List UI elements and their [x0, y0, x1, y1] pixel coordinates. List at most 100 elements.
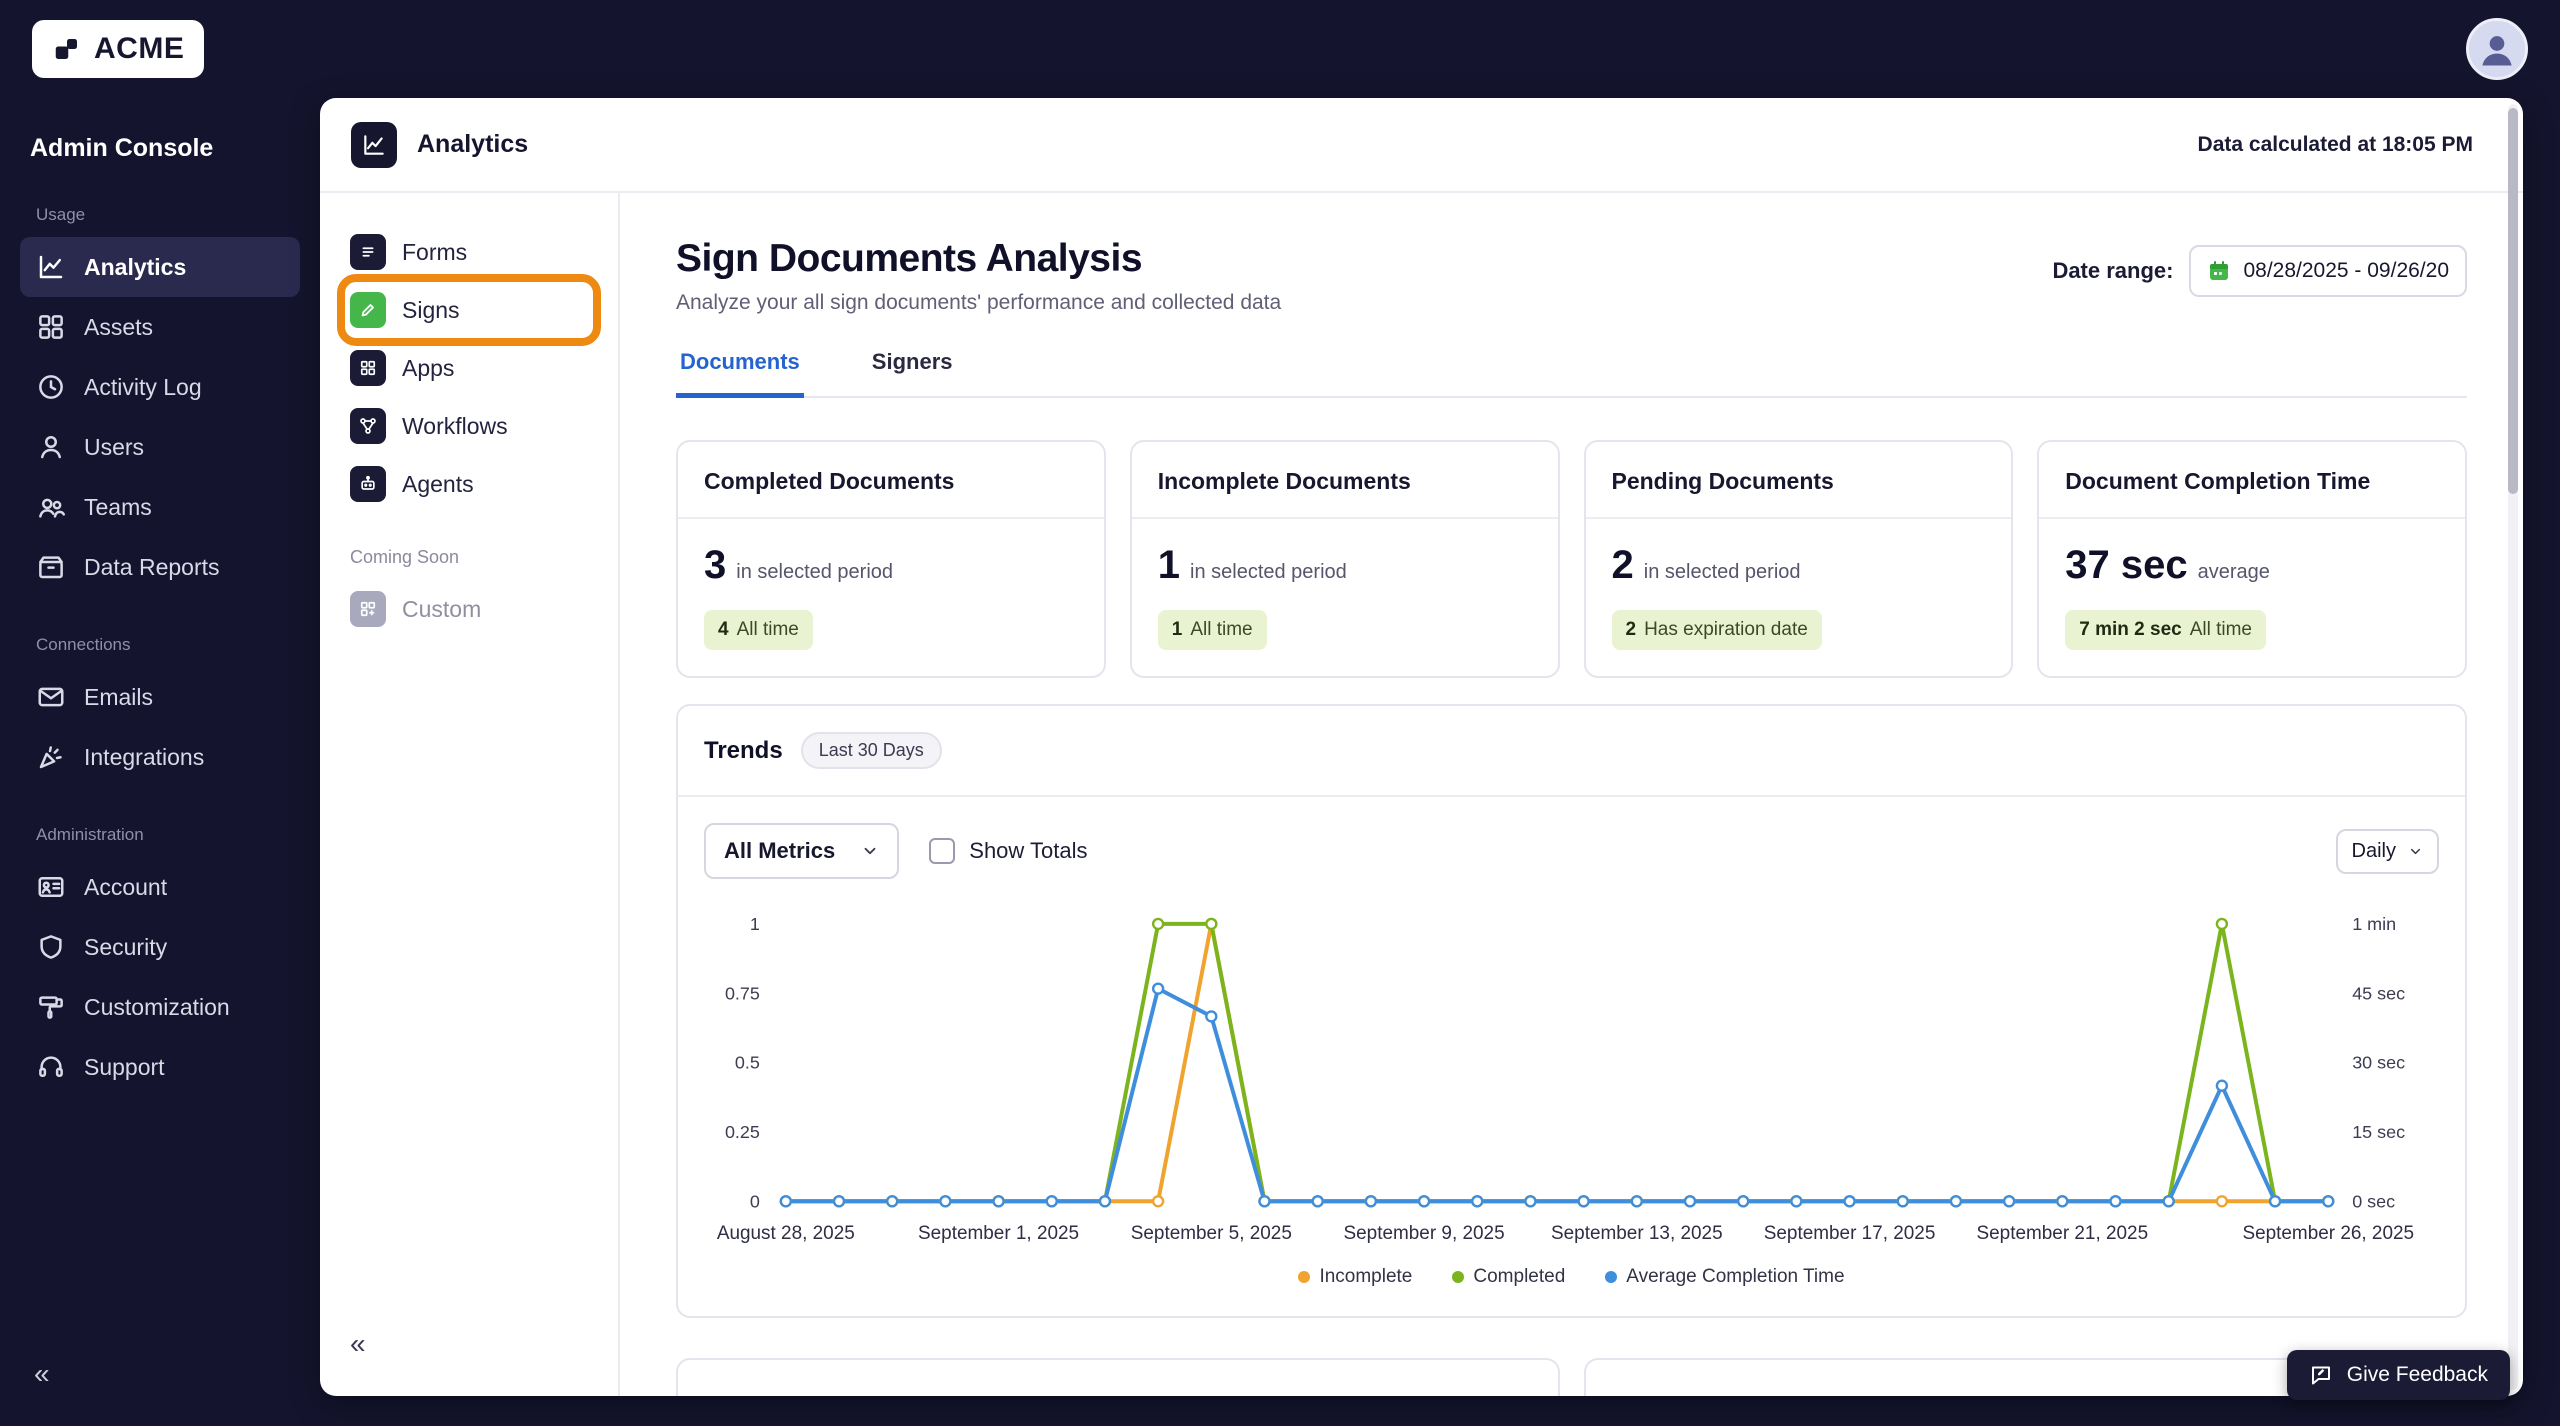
stat-value: 1: [1158, 543, 1180, 588]
chevron-down-icon: [2408, 844, 2423, 859]
stat-cards: Completed Documents 3 in selected period…: [676, 440, 2467, 678]
calendar-icon: [2207, 259, 2231, 283]
sidebar-item-integrations[interactable]: Integrations: [20, 727, 300, 787]
metrics-dropdown[interactable]: All Metrics: [704, 823, 899, 879]
data-reports-icon: [36, 552, 66, 582]
last-30-days-pill: Last 30 Days: [801, 732, 942, 769]
person-icon: [2475, 27, 2519, 71]
coming-soon-label: Coming Soon: [350, 547, 588, 568]
legend-item: Average Completion Time: [1605, 1266, 1844, 1288]
stat-value: 2: [1612, 543, 1634, 588]
sidebar-title: Admin Console: [30, 134, 290, 163]
custom-icon: [350, 591, 386, 627]
trends-chart: 00.250.50.7510 sec15 sec30 sec45 sec1 mi…: [704, 893, 2439, 1252]
date-range-value: 08/28/2025 - 09/26/20: [2243, 259, 2449, 283]
svg-text:0.5: 0.5: [735, 1053, 760, 1073]
svg-text:1: 1: [750, 914, 760, 934]
sidebar-collapse-button[interactable]: «: [20, 1358, 300, 1426]
stat-card-pending-documents: Pending Documents 2 in selected period 2…: [1584, 440, 2014, 678]
tab-documents[interactable]: Documents: [676, 349, 804, 398]
chevron-down-icon: [861, 842, 879, 860]
trends-title: Trends: [704, 737, 783, 765]
acme-logo[interactable]: ACME: [32, 20, 204, 78]
below-fold-cards: [676, 1358, 2467, 1396]
legend-item: Completed: [1452, 1266, 1565, 1288]
assets-icon: [36, 312, 66, 342]
sidebar-item-analytics[interactable]: Analytics: [20, 237, 300, 297]
sidebar-item-assets[interactable]: Assets: [20, 297, 300, 357]
sidebar-item-security[interactable]: Security: [20, 917, 300, 977]
show-totals-control[interactable]: Show Totals: [929, 838, 1087, 864]
page-subtitle: Analyze your all sign documents' perform…: [676, 291, 1281, 315]
svg-text:September 5, 2025: September 5, 2025: [1131, 1223, 1292, 1244]
svg-text:0.75: 0.75: [725, 983, 760, 1003]
stat-value: 3: [704, 543, 726, 588]
tab-signers[interactable]: Signers: [868, 349, 957, 398]
section-label-connections: Connections: [36, 635, 284, 655]
account-icon: [36, 872, 66, 902]
data-calculated-note: Data calculated at 18:05 PM: [2198, 133, 2473, 157]
subnav-item-workflows[interactable]: Workflows: [344, 397, 594, 455]
section-label-usage: Usage: [36, 205, 284, 225]
legend-dot-icon: [1452, 1271, 1464, 1283]
partial-card: [676, 1358, 1560, 1396]
svg-text:September 26, 2025: September 26, 2025: [2242, 1223, 2414, 1244]
subnav-item-agents[interactable]: Agents: [344, 455, 594, 513]
support-icon: [36, 1052, 66, 1082]
subnav-item-custom[interactable]: Custom: [344, 580, 594, 638]
subnav-item-signs[interactable]: Signs: [344, 281, 594, 339]
sidebar-item-users[interactable]: Users: [20, 417, 300, 477]
forms-icon: [350, 234, 386, 270]
interval-dropdown[interactable]: Daily: [2336, 829, 2439, 874]
content-area: Sign Documents Analysis Analyze your all…: [620, 193, 2523, 1396]
main-panel: Analytics Data calculated at 18:05 PM Fo…: [320, 98, 2523, 1396]
sidebar-item-customization[interactable]: Customization: [20, 977, 300, 1037]
stat-value: 37 sec: [2065, 543, 2187, 588]
subnav-item-forms[interactable]: Forms: [344, 223, 594, 281]
agents-icon: [350, 466, 386, 502]
scrollbar-track[interactable]: [2508, 104, 2518, 1390]
analytics-subnav: Forms Signs Apps: [320, 193, 620, 1396]
trends-card: Trends Last 30 Days All Metrics Show Tot…: [676, 704, 2467, 1318]
apps-icon: [350, 350, 386, 386]
date-range-label: Date range:: [2052, 258, 2173, 284]
svg-text:September 9, 2025: September 9, 2025: [1344, 1223, 1505, 1244]
section-label-administration: Administration: [36, 825, 284, 845]
security-icon: [36, 932, 66, 962]
show-totals-checkbox[interactable]: [929, 838, 955, 864]
customization-icon: [36, 992, 66, 1022]
svg-text:September 13, 2025: September 13, 2025: [1551, 1223, 1723, 1244]
sidebar-item-teams[interactable]: Teams: [20, 477, 300, 537]
sidebar-item-support[interactable]: Support: [20, 1037, 300, 1097]
chart-legend: IncompleteCompletedAverage Completion Ti…: [678, 1252, 2465, 1316]
acme-logo-icon: [52, 34, 82, 64]
users-icon: [36, 432, 66, 462]
svg-text:30 sec: 30 sec: [2352, 1053, 2405, 1073]
sidebar-item-account[interactable]: Account: [20, 857, 300, 917]
acme-logo-text: ACME: [94, 32, 184, 66]
svg-text:0: 0: [750, 1191, 760, 1211]
svg-text:1 min: 1 min: [2352, 914, 2396, 934]
give-feedback-button[interactable]: Give Feedback: [2287, 1350, 2510, 1400]
date-range-picker[interactable]: 08/28/2025 - 09/26/20: [2189, 245, 2467, 297]
svg-text:September 17, 2025: September 17, 2025: [1764, 1223, 1936, 1244]
all-time-badge: 1All time: [1158, 610, 1267, 650]
svg-text:August 28, 2025: August 28, 2025: [717, 1223, 855, 1244]
panel-header: Analytics Data calculated at 18:05 PM: [320, 98, 2523, 193]
all-time-badge: 4All time: [704, 610, 813, 650]
topbar: ACME: [0, 0, 2560, 98]
teams-icon: [36, 492, 66, 522]
scrollbar-thumb[interactable]: [2508, 108, 2518, 494]
analytics-icon: [36, 252, 66, 282]
legend-dot-icon: [1605, 1271, 1617, 1283]
svg-text:45 sec: 45 sec: [2352, 983, 2405, 1003]
signs-icon: [350, 292, 386, 328]
workflows-icon: [350, 408, 386, 444]
subnav-collapse-button[interactable]: «: [344, 1328, 594, 1360]
user-avatar[interactable]: [2466, 18, 2528, 80]
sidebar-item-activity-log[interactable]: Activity Log: [20, 357, 300, 417]
svg-text:0.25: 0.25: [725, 1122, 760, 1142]
sidebar-item-data-reports[interactable]: Data Reports: [20, 537, 300, 597]
subnav-item-apps[interactable]: Apps: [344, 339, 594, 397]
sidebar-item-emails[interactable]: Emails: [20, 667, 300, 727]
